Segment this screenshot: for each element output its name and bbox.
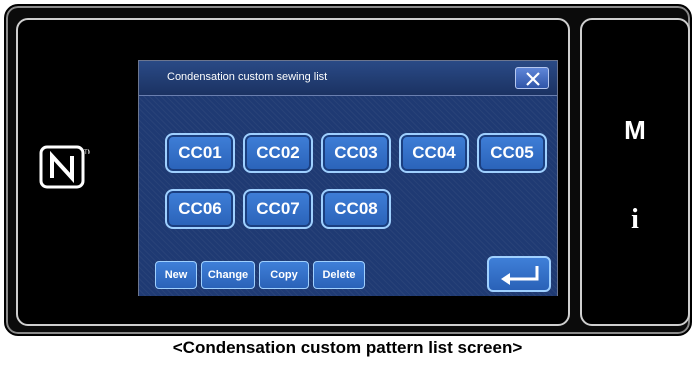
close-icon <box>526 72 540 86</box>
pattern-button-cc06[interactable]: CC06 <box>165 189 235 229</box>
pattern-button-cc03[interactable]: CC03 <box>321 133 391 173</box>
pattern-button-cc05[interactable]: CC05 <box>477 133 547 173</box>
copy-button[interactable]: Copy <box>259 261 309 289</box>
nfc-icon: TM <box>38 144 93 190</box>
delete-button[interactable]: Delete <box>313 261 365 289</box>
dialog-titlebar: Condensation custom sewing list <box>139 61 557 96</box>
close-button[interactable] <box>515 67 549 89</box>
enter-icon <box>501 266 539 285</box>
side-key-panel: M i <box>580 18 690 326</box>
operation-panel: TM Condensation custom sewing list CC01 … <box>4 4 692 336</box>
dialog-title: Condensation custom sewing list <box>167 71 328 83</box>
sewing-list-dialog: Condensation custom sewing list CC01 CC0… <box>138 60 558 296</box>
pattern-button-cc08[interactable]: CC08 <box>321 189 391 229</box>
new-button[interactable]: New <box>155 261 197 289</box>
info-key[interactable]: i <box>582 204 688 236</box>
pattern-button-cc02[interactable]: CC02 <box>243 133 313 173</box>
pattern-button-cc01[interactable]: CC01 <box>165 133 235 173</box>
pattern-button-cc07[interactable]: CC07 <box>243 189 313 229</box>
svg-text:TM: TM <box>84 150 90 156</box>
enter-button[interactable] <box>487 256 551 292</box>
mode-key[interactable]: M <box>582 115 688 146</box>
main-screen-frame: TM Condensation custom sewing list CC01 … <box>16 18 570 326</box>
figure-caption: <Condensation custom pattern list screen… <box>172 338 523 357</box>
change-button[interactable]: Change <box>201 261 255 289</box>
pattern-button-cc04[interactable]: CC04 <box>399 133 469 173</box>
